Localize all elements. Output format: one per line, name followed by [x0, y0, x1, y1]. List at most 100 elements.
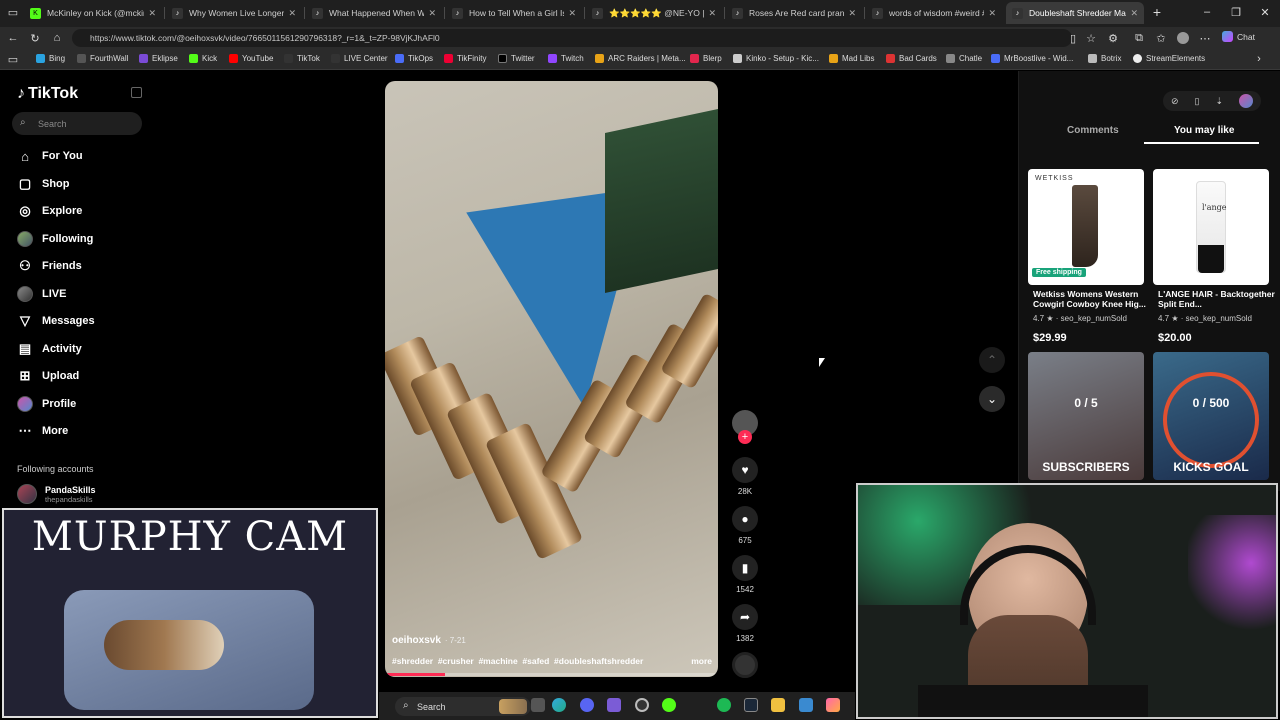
steam-icon[interactable] — [744, 698, 758, 712]
nav-messages[interactable]: ▽ Messages — [17, 311, 95, 331]
discord-icon[interactable] — [580, 698, 594, 712]
comment-button[interactable]: ● 675 — [731, 506, 759, 545]
url-field[interactable]: https://www.tiktok.com/@oeihoxsvk/video/… — [72, 29, 1072, 47]
profile-avatar-icon[interactable] — [1176, 31, 1190, 45]
bookmark-mad-libs[interactable]: Mad Libs — [829, 54, 874, 63]
favorite-star-icon[interactable]: ☆ — [1084, 31, 1098, 45]
nav-for-you[interactable]: ⌂ For You — [17, 146, 82, 166]
close-window-icon[interactable]: ✕ — [1258, 5, 1272, 19]
live-stats-icon[interactable]: ⊘ — [1171, 96, 1179, 107]
close-icon[interactable]: ✕ — [148, 8, 156, 19]
tab-2[interactable]: ♪ Why Women Live Longer Than ✕ — [166, 2, 302, 24]
bookmark-chatle[interactable]: Chatle — [946, 54, 982, 63]
tab-6[interactable]: ♪ Roses Are Red card prank — ca ✕ — [726, 2, 862, 24]
nav-live[interactable]: LIVE — [17, 284, 66, 304]
bookmark-arc-raiders[interactable]: ARC Raiders | Meta... — [595, 54, 686, 63]
bookmark-twitter[interactable]: Twitter — [498, 54, 535, 63]
bookmark-tikops[interactable]: TikOps — [395, 54, 433, 63]
bookmark-eklipse[interactable]: Eklipse — [139, 54, 178, 63]
bookmark-kinko[interactable]: Kinko - Setup - Kic... — [733, 54, 819, 63]
product-title[interactable]: Wetkiss Womens Western Cowgirl Cowboy Kn… — [1033, 289, 1151, 309]
video-hashtags[interactable]: #shredder #crusher #machine #safed #doub… — [392, 656, 643, 666]
obs-icon[interactable] — [635, 698, 649, 712]
bookmark-kick[interactable]: Kick — [189, 54, 217, 63]
edge-icon[interactable] — [552, 698, 566, 712]
notepad-icon[interactable] — [799, 698, 813, 712]
video-progress-track[interactable] — [385, 673, 718, 676]
bookmark-fourthwall[interactable]: FourthWall — [77, 54, 128, 63]
split-screen-icon[interactable]: ▯ — [1066, 31, 1080, 45]
extensions-icon[interactable]: ⚙ — [1106, 31, 1120, 45]
favorites-icon[interactable]: ✩ — [1154, 31, 1168, 45]
chevron-right-icon[interactable]: › — [1252, 52, 1266, 66]
next-video-button[interactable]: ⌄ — [979, 386, 1005, 412]
video-author[interactable]: oeihoxsvk — [392, 635, 441, 646]
home-icon[interactable]: ⌂ — [50, 31, 64, 45]
bookmark-tikfinity[interactable]: TikFinity — [444, 54, 486, 63]
bookmark-streamelements[interactable]: StreamElements — [1133, 54, 1205, 63]
tab-3[interactable]: ♪ What Happened When We Mic ✕ — [306, 2, 442, 24]
nav-explore[interactable]: ◎ Explore — [17, 201, 82, 221]
nav-activity[interactable]: ▤ Activity — [17, 339, 82, 359]
product-card-hair[interactable]: l'ange — [1153, 169, 1269, 285]
nav-profile[interactable]: Profile — [17, 394, 76, 414]
taskbar-search[interactable]: ⌕ Search — [395, 697, 531, 716]
video-player[interactable]: oeihoxsvk · 7-21 #shredder #crusher #mac… — [385, 81, 718, 677]
copilot-chat-button[interactable]: Chat — [1222, 31, 1255, 42]
bookmark-bing[interactable]: Bing — [36, 54, 65, 63]
tab-you-may-like[interactable]: You may like — [1174, 125, 1234, 136]
spotify-icon[interactable] — [717, 698, 731, 712]
file-explorer-icon[interactable] — [771, 698, 785, 712]
product-title[interactable]: L'ANGE HAIR - Backtogether Split End... — [1158, 289, 1276, 309]
close-icon[interactable]: ✕ — [708, 8, 716, 19]
tiktok-logo[interactable]: ♪ TikTok — [17, 85, 78, 103]
mobile-icon[interactable]: ▯ — [1195, 96, 1200, 107]
tab-7[interactable]: ♪ words of wisdom #weird #funn ✕ — [866, 2, 1002, 24]
tab-4[interactable]: ♪ How to Tell When a Girl Is Flirtin ✕ — [446, 2, 582, 24]
tab-1[interactable]: K McKinley on Kick (@mckinley.tv ✕ — [24, 2, 162, 24]
like-button[interactable]: ♥ 28K — [731, 457, 759, 496]
nav-shop[interactable]: ▢ Shop — [17, 174, 70, 194]
task-view-icon[interactable] — [531, 698, 545, 712]
collapse-sidebar-icon[interactable] — [131, 87, 142, 98]
menu-dots-icon[interactable]: ⋯ — [1198, 31, 1212, 45]
close-icon[interactable]: ✕ — [288, 8, 296, 19]
avatar[interactable] — [1238, 94, 1253, 108]
sound-disc[interactable] — [731, 652, 759, 678]
more-link[interactable]: more — [691, 656, 712, 666]
download-icon[interactable]: ⇣ — [1215, 96, 1223, 107]
bookmark-botrix[interactable]: Botrix — [1088, 54, 1121, 63]
bookmark-folder-icon[interactable]: ▭ — [6, 52, 20, 66]
follow-plus-icon[interactable]: + — [738, 430, 752, 444]
close-icon[interactable]: ✕ — [568, 8, 576, 19]
search-input[interactable]: ⌕ Search — [12, 112, 142, 135]
following-account[interactable]: PandaSkills thepandaskills — [17, 484, 96, 504]
close-icon[interactable]: ✕ — [428, 8, 436, 19]
maximize-icon[interactable]: ❐ — [1229, 5, 1243, 19]
tab-8-active[interactable]: ♪ Doubleshaft Shredder Ma ✕ — [1006, 2, 1144, 24]
nav-upload[interactable]: ⊞ Upload — [17, 366, 80, 386]
tab-actions-icon[interactable]: ▭ — [6, 5, 20, 19]
bookmark-mrboostlive[interactable]: MrBoostlive - Wid... — [991, 54, 1073, 63]
bookmark-twitch[interactable]: Twitch — [548, 54, 584, 63]
nav-following[interactable]: Following — [17, 229, 93, 249]
minimize-icon[interactable]: – — [1200, 5, 1214, 19]
bookmark-blerp[interactable]: Blerp — [690, 54, 722, 63]
share-button[interactable]: ➦ 1382 — [731, 604, 759, 643]
close-icon[interactable]: ✕ — [988, 8, 996, 19]
collections-icon[interactable]: ⧉ — [1132, 31, 1146, 45]
bookmark-youtube[interactable]: YouTube — [229, 54, 273, 63]
bookmark-live-center[interactable]: LIVE Center — [331, 54, 388, 63]
kick-icon[interactable] — [662, 698, 676, 712]
product-card-boots[interactable]: WETKISS Free shipping — [1028, 169, 1144, 285]
back-icon[interactable]: ← — [6, 31, 20, 45]
bookmark-tiktok[interactable]: TikTok — [284, 54, 320, 63]
bookmark-bad-cards[interactable]: Bad Cards — [886, 54, 937, 63]
nav-more[interactable]: ⋯ More — [17, 421, 69, 441]
tab-5[interactable]: ♪ ⭐⭐⭐⭐⭐ @NE-YO | ney ✕ — [586, 2, 722, 24]
creator-avatar-follow[interactable]: + — [731, 410, 759, 444]
previous-video-button[interactable]: ⌃ — [979, 347, 1005, 373]
nav-friends[interactable]: ⚇ Friends — [17, 256, 82, 276]
new-tab-icon[interactable]: + — [1150, 4, 1164, 20]
save-button[interactable]: ▮ 1542 — [731, 555, 759, 594]
